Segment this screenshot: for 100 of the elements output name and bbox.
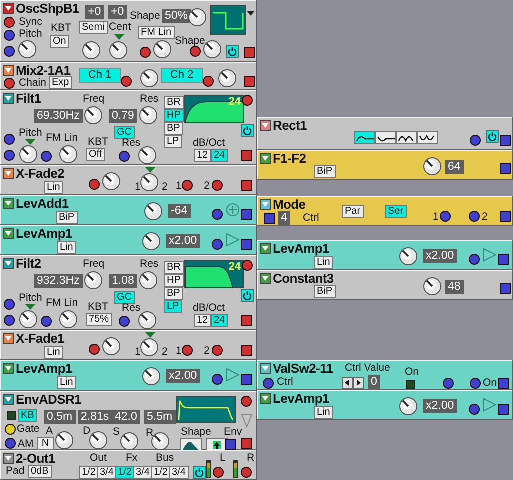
collapse-icon[interactable] xyxy=(260,273,271,284)
knob[interactable] xyxy=(144,202,163,221)
knob[interactable] xyxy=(84,271,103,290)
toggle-button[interactable]: LP xyxy=(164,135,182,148)
toggle-button[interactable]: 0dB xyxy=(28,465,52,478)
square-jack[interactable] xyxy=(241,374,252,385)
toggle-button[interactable]: FM Lin xyxy=(138,26,175,39)
round-jack[interactable] xyxy=(242,260,253,271)
square-jack[interactable] xyxy=(241,345,252,356)
round-jack[interactable] xyxy=(203,76,214,87)
square-jack[interactable] xyxy=(498,404,509,415)
square-jack[interactable] xyxy=(500,211,511,222)
round-jack[interactable] xyxy=(440,211,451,222)
collapse-icon[interactable] xyxy=(260,393,271,404)
caret-icon[interactable] xyxy=(247,11,255,17)
knob[interactable] xyxy=(55,431,74,450)
toggle-button[interactable]: Lin xyxy=(44,346,64,359)
round-jack[interactable] xyxy=(4,299,15,310)
toggle-button[interactable]: LP xyxy=(164,300,182,313)
knob[interactable] xyxy=(151,432,170,451)
toggle-button[interactable]: HP xyxy=(164,274,184,287)
collapse-icon[interactable] xyxy=(260,199,271,210)
knob[interactable] xyxy=(203,40,222,59)
toggle-button[interactable]: Off xyxy=(86,148,106,161)
round-jack[interactable] xyxy=(41,316,52,327)
round-jack[interactable] xyxy=(89,344,100,355)
round-jack[interactable] xyxy=(119,316,130,327)
round-jack[interactable] xyxy=(213,467,224,478)
round-jack[interactable] xyxy=(242,95,253,106)
knob[interactable] xyxy=(140,69,159,88)
knob[interactable] xyxy=(82,41,101,60)
round-jack[interactable] xyxy=(4,46,15,57)
toggle-button[interactable]: Lin xyxy=(314,256,334,269)
toggle-button[interactable]: BR xyxy=(164,261,184,274)
knob[interactable] xyxy=(140,173,159,192)
round-jack[interactable] xyxy=(4,150,15,161)
collapse-icon[interactable] xyxy=(3,3,14,14)
power-button[interactable] xyxy=(241,124,254,137)
square-jack[interactable] xyxy=(225,439,236,450)
knob[interactable] xyxy=(59,145,78,164)
round-jack[interactable] xyxy=(212,180,223,191)
round-jack[interactable] xyxy=(469,211,480,222)
toggle-button[interactable]: GC xyxy=(114,291,135,304)
toggle-button[interactable]: Par xyxy=(342,205,364,218)
round-jack[interactable] xyxy=(470,378,481,389)
square-jack[interactable] xyxy=(498,254,509,265)
round-jack[interactable] xyxy=(89,179,100,190)
round-jack[interactable] xyxy=(241,396,252,407)
knob[interactable] xyxy=(188,8,207,27)
round-jack[interactable] xyxy=(119,151,130,162)
collapse-icon[interactable] xyxy=(3,198,14,209)
square-jack[interactable] xyxy=(241,209,252,220)
knob[interactable] xyxy=(218,69,237,88)
shape-button[interactable] xyxy=(180,438,202,451)
round-jack[interactable] xyxy=(4,17,15,28)
collapse-icon[interactable] xyxy=(3,93,14,104)
collapse-icon[interactable] xyxy=(260,363,271,374)
knob[interactable] xyxy=(399,247,418,266)
square-jack[interactable] xyxy=(244,47,255,58)
toggle-button[interactable]: Lin xyxy=(44,181,64,194)
round-jack[interactable] xyxy=(263,378,274,389)
knob[interactable] xyxy=(84,106,103,125)
toggle-button[interactable]: Lin xyxy=(57,376,76,389)
round-jack[interactable] xyxy=(212,239,223,250)
knob[interactable] xyxy=(120,432,139,451)
round-jack[interactable] xyxy=(241,467,252,478)
toggle-button[interactable]: HP xyxy=(164,109,184,122)
round-jack[interactable] xyxy=(4,315,15,326)
knob[interactable] xyxy=(138,146,157,165)
power-button[interactable] xyxy=(226,45,239,58)
knob[interactable] xyxy=(139,271,158,290)
stepper-icon[interactable] xyxy=(342,377,364,389)
knob[interactable] xyxy=(142,232,161,251)
collapse-icon[interactable] xyxy=(3,228,14,239)
collapse-icon[interactable] xyxy=(3,453,14,464)
toggle-button[interactable]: BiP xyxy=(314,165,336,178)
round-jack[interactable] xyxy=(41,151,52,162)
square-jack[interactable] xyxy=(241,438,252,449)
toggle-button[interactable]: BR xyxy=(164,96,184,109)
knob[interactable] xyxy=(153,40,172,59)
toggle-button[interactable]: 3/4 xyxy=(169,466,189,479)
power-button[interactable] xyxy=(193,466,206,479)
toggle-button[interactable]: 3/4 xyxy=(97,466,117,479)
waveform-button[interactable] xyxy=(417,131,438,144)
collapse-icon[interactable] xyxy=(260,243,271,254)
round-jack[interactable] xyxy=(212,374,223,385)
round-jack[interactable] xyxy=(5,424,16,435)
toggle-button[interactable]: N xyxy=(37,437,54,450)
toggle-button[interactable]: Lin xyxy=(314,406,334,419)
knob[interactable] xyxy=(19,310,38,329)
round-jack[interactable] xyxy=(140,47,151,58)
knob[interactable] xyxy=(89,431,108,450)
round-jack[interactable] xyxy=(182,180,193,191)
waveform-button[interactable] xyxy=(396,131,417,144)
toggle-button[interactable]: 1/2 xyxy=(151,466,171,479)
collapse-icon[interactable] xyxy=(3,258,14,269)
toggle-button[interactable]: 24 xyxy=(211,149,228,162)
square-jack[interactable] xyxy=(241,150,252,161)
waveform-button[interactable] xyxy=(354,131,375,144)
toggle-button[interactable]: 1/2 xyxy=(79,466,99,479)
